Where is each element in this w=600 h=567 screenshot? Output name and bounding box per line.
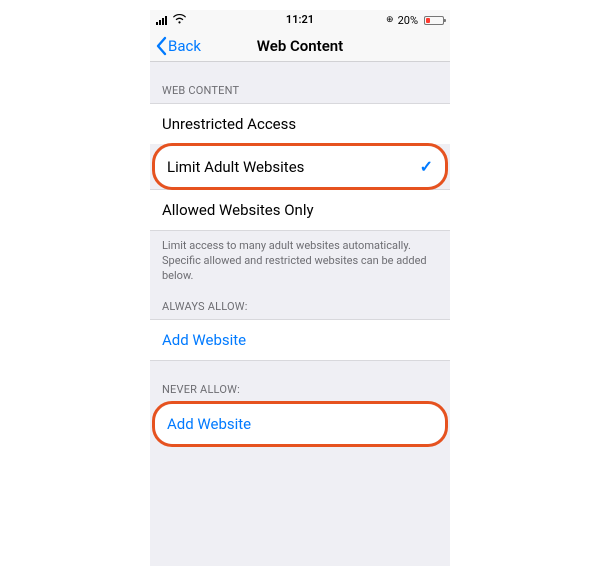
web-content-footer: Limit access to many adult websites auto… bbox=[150, 231, 450, 284]
option-allowed-websites-only[interactable]: Allowed Websites Only bbox=[150, 189, 450, 231]
back-button[interactable]: Back bbox=[150, 36, 201, 56]
add-website-always-allow[interactable]: Add Website bbox=[150, 319, 450, 361]
cellular-signal-icon bbox=[156, 16, 167, 25]
status-time: 11:21 bbox=[286, 13, 314, 26]
battery-icon bbox=[422, 16, 444, 25]
checkmark-icon: ✓ bbox=[420, 157, 433, 176]
wifi-icon bbox=[173, 14, 186, 26]
blank-area bbox=[150, 446, 450, 566]
page-title: Web Content bbox=[257, 37, 343, 55]
option-limit-adult-websites[interactable]: Limit Adult Websites ✓ bbox=[155, 146, 445, 187]
section-header-web-content: WEB CONTENT bbox=[150, 62, 450, 103]
link-label: Add Website bbox=[162, 331, 246, 349]
orientation-lock-icon: ⊕ bbox=[386, 15, 394, 25]
phone-screen: 11:21 ⊕ 20% Back Web Content WEB CONTENT… bbox=[150, 10, 450, 566]
chevron-left-icon bbox=[154, 36, 168, 56]
section-header-always-allow: ALWAYS ALLOW: bbox=[150, 284, 450, 319]
back-label: Back bbox=[168, 37, 201, 55]
highlight-limit-adult: Limit Adult Websites ✓ bbox=[152, 143, 448, 190]
battery-percent: 20% bbox=[398, 14, 418, 27]
option-label: Allowed Websites Only bbox=[162, 201, 314, 219]
highlight-never-allow-add: Add Website bbox=[152, 401, 448, 447]
link-label: Add Website bbox=[167, 415, 251, 433]
status-bar: 11:21 ⊕ 20% bbox=[150, 10, 450, 30]
option-label: Unrestricted Access bbox=[162, 115, 296, 133]
section-header-never-allow: NEVER ALLOW: bbox=[150, 361, 450, 402]
web-content-options: Unrestricted Access Limit Adult Websites… bbox=[150, 103, 450, 231]
option-unrestricted-access[interactable]: Unrestricted Access bbox=[150, 103, 450, 144]
option-label: Limit Adult Websites bbox=[167, 158, 304, 176]
navigation-bar: Back Web Content bbox=[150, 30, 450, 62]
add-website-never-allow[interactable]: Add Website bbox=[155, 404, 445, 444]
